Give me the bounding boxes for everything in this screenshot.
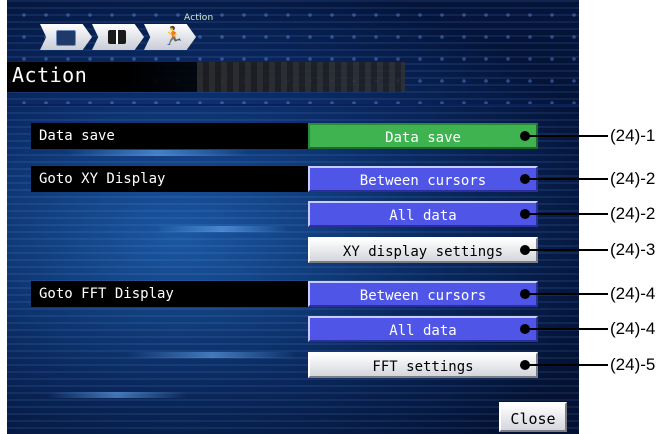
callout-label: (24)-5 [610, 355, 656, 374]
page-title: Action [12, 63, 88, 87]
xy-display-settings-button[interactable]: XY display settings [308, 237, 538, 263]
callout-label: (24)-2 [610, 169, 656, 188]
row-label-goto-xy: Goto XY Display [31, 166, 313, 192]
callout-line [525, 364, 608, 366]
row-label-data-save: Data save [31, 123, 313, 149]
close-button[interactable]: Close [499, 402, 567, 432]
tab-layout[interactable] [92, 24, 144, 50]
running-person-icon: 🏃 [162, 26, 185, 47]
callout-label: (24)-3 [610, 240, 656, 259]
callout-label: (24)-4 [610, 319, 656, 338]
xy-between-cursors-button[interactable]: Between cursors [308, 166, 538, 192]
waveform-screen-icon [56, 30, 76, 46]
callout-label: (24)-1 [610, 126, 656, 145]
data-save-button[interactable]: Data save [308, 123, 538, 149]
device-screen: 🏃 Action Action Data save Data save Goto… [7, 0, 579, 434]
callout-label: (24)-2 [610, 204, 656, 223]
grid-layout-icon [108, 30, 126, 44]
background-streak [157, 226, 287, 232]
tab-waveform[interactable] [40, 24, 92, 50]
header-tab-strip: 🏃 Action [40, 13, 250, 54]
fft-settings-button[interactable]: FFT settings [308, 352, 538, 378]
tab-action-label: Action [184, 13, 214, 23]
callout-line [525, 213, 608, 215]
callout-line [525, 178, 608, 180]
row-label-goto-fft: Goto FFT Display [31, 281, 313, 307]
fft-between-cursors-button[interactable]: Between cursors [308, 281, 538, 307]
tab-action[interactable]: 🏃 [144, 24, 196, 50]
callout-line [525, 249, 608, 251]
callout-label: (24)-4 [610, 284, 656, 303]
background-streak [47, 392, 187, 398]
callout-line [525, 293, 608, 295]
background-streak [67, 150, 247, 156]
fft-all-data-button[interactable]: All data [308, 316, 538, 342]
xy-all-data-button[interactable]: All data [308, 201, 538, 227]
callout-line [525, 328, 608, 330]
callout-line [525, 135, 608, 137]
background-streak [127, 352, 297, 358]
divider [7, 104, 579, 106]
